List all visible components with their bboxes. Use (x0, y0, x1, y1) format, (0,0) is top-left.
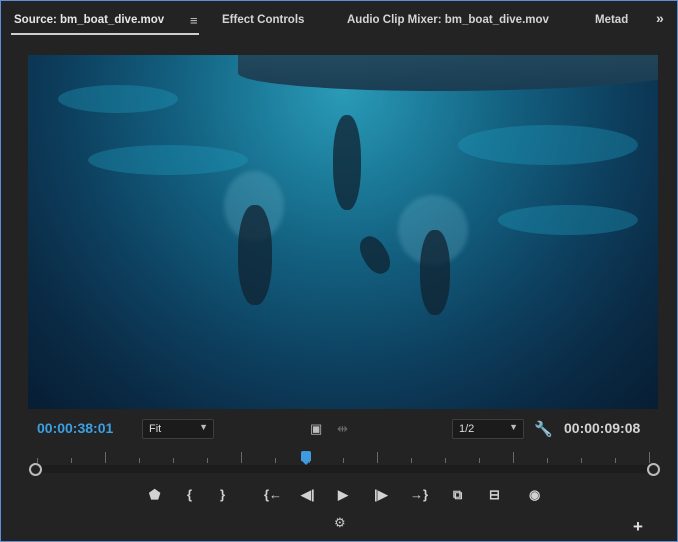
water-ripple (58, 85, 178, 113)
ruler-tick (479, 458, 480, 463)
diver-figure (238, 205, 272, 305)
add-button-icon[interactable]: + (633, 517, 643, 537)
scroll-end-handle[interactable] (647, 463, 660, 476)
ruler-tick (581, 458, 582, 463)
go-to-in-button[interactable]: {← (264, 487, 282, 502)
mark-out-button[interactable]: } (220, 487, 225, 502)
resolution-select-value: 1/2 (459, 423, 475, 435)
export-frame-button[interactable]: ◉ (529, 487, 540, 503)
resolution-select[interactable]: 1/2 ▼ (452, 419, 524, 439)
video-preview[interactable] (28, 55, 658, 409)
ruler-tick (241, 452, 242, 463)
overflow-tabs-icon[interactable]: » (656, 10, 664, 26)
play-button[interactable]: ▶ (338, 487, 348, 503)
chevron-down-icon: ▼ (199, 422, 208, 432)
water-ripple (88, 145, 248, 175)
ruler-tick (445, 458, 446, 463)
step-forward-button[interactable]: |▶ (374, 487, 388, 503)
ruler-tick (105, 452, 106, 463)
ruler-tick (343, 458, 344, 463)
current-timecode[interactable]: 00:00:38:01 (37, 420, 113, 436)
monitor-controls-row: 00:00:38:01 Fit ▼ ▣ ⇹ 1/2 ▼ 🔧 00:00:09:0… (1, 415, 677, 445)
add-marker-button[interactable]: ⬟ (149, 487, 160, 503)
ruler-tick (547, 458, 548, 463)
diver-figure (420, 230, 450, 315)
panel-tab-bar: Source: bm_boat_dive.mov ≡ Effect Contro… (1, 1, 677, 41)
source-monitor-panel: Source: bm_boat_dive.mov ≡ Effect Contro… (0, 0, 678, 542)
ruler-tick (615, 458, 616, 463)
ruler-tick (649, 452, 650, 463)
overwrite-button[interactable]: ⊟ (489, 487, 500, 503)
diver-figure (333, 115, 361, 210)
duration-timecode: 00:00:09:08 (564, 420, 641, 436)
ruler-tick (275, 458, 276, 463)
panel-menu-icon[interactable]: ≡ (190, 13, 198, 28)
tab-effect-controls[interactable]: Effect Controls (222, 14, 304, 26)
zoom-select-value: Fit (149, 423, 162, 435)
transport-controls: ⬟ {} {← ◀| ▶ |▶ →} ⧉ ⊟ ◉ (1, 485, 677, 509)
step-back-button[interactable]: ◀| (301, 487, 315, 503)
insert-marker-icon[interactable]: ⇹ (337, 421, 348, 437)
time-ruler[interactable] (34, 449, 652, 463)
active-tab-indicator (11, 33, 199, 35)
ruler-tick (207, 458, 208, 463)
diver-figure (354, 231, 396, 279)
tab-source[interactable]: Source: bm_boat_dive.mov (14, 14, 164, 26)
playhead-marker[interactable] (300, 451, 311, 465)
water-ripple (498, 205, 638, 235)
scroll-start-handle[interactable] (29, 463, 42, 476)
ruler-tick (411, 458, 412, 463)
ruler-tick (377, 452, 378, 463)
zoom-scroll-bar[interactable] (34, 465, 652, 473)
tab-metadata[interactable]: Metad (595, 14, 628, 26)
ruler-tick (513, 452, 514, 463)
button-editor-icon[interactable]: ⚙ (334, 515, 346, 531)
water-ripple (458, 125, 638, 165)
chevron-down-icon: ▼ (509, 422, 518, 432)
tab-audio-clip-mixer[interactable]: Audio Clip Mixer: bm_boat_dive.mov (347, 14, 549, 26)
ruler-tick (173, 458, 174, 463)
mark-in-button[interactable]: { (187, 487, 192, 502)
go-to-out-button[interactable]: →} (410, 487, 428, 502)
safe-margins-icon[interactable]: ▣ (310, 421, 322, 437)
ruler-tick (139, 458, 140, 463)
wrench-icon[interactable]: 🔧 (534, 420, 553, 438)
ruler-tick (71, 458, 72, 463)
insert-button[interactable]: ⧉ (453, 487, 462, 503)
boat-hull (238, 55, 658, 91)
zoom-select[interactable]: Fit ▼ (142, 419, 214, 439)
